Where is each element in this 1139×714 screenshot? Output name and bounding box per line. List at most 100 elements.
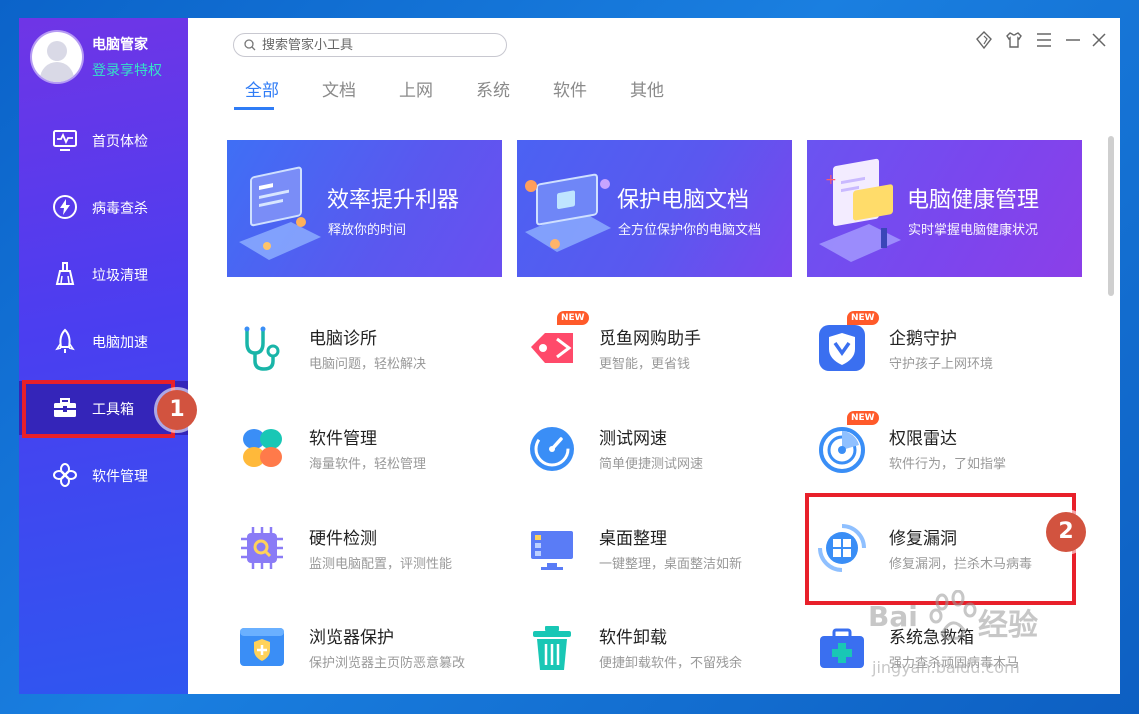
guardian-shield-icon bbox=[819, 325, 865, 371]
tool-speed-test[interactable]: 测试网速 简单便捷测试网速 bbox=[527, 423, 797, 493]
browser-shield-icon bbox=[240, 628, 284, 666]
trash-icon bbox=[533, 626, 571, 670]
tool-desc: 更智能，更省钱 bbox=[599, 357, 691, 372]
tool-name: 系统急救箱 bbox=[889, 628, 974, 648]
scrollbar[interactable] bbox=[1108, 136, 1114, 296]
tool-desc: 监测电脑配置，评测性能 bbox=[309, 557, 453, 572]
efficiency-illustration bbox=[239, 166, 321, 260]
banner-efficiency[interactable]: 效率提升利器 释放你的时间 bbox=[227, 140, 502, 277]
tool-name: 电脑诊所 bbox=[309, 329, 377, 349]
sidebar-item-label: 电脑加速 bbox=[92, 335, 148, 351]
banner-subtitle: 全方位保护你的电脑文档 bbox=[618, 223, 762, 238]
tool-name: 权限雷达 bbox=[889, 429, 957, 449]
banner-subtitle: 释放你的时间 bbox=[328, 223, 407, 238]
tool-desc: 简单便捷测试网速 bbox=[599, 457, 704, 472]
tool-name: 桌面整理 bbox=[599, 529, 667, 549]
search-box[interactable] bbox=[233, 33, 507, 57]
app-window: 电脑管家 登录享特权 首页体检 病毒查杀 垃圾清理 电脑加速 工具箱 软件管理 … bbox=[19, 18, 1120, 694]
sidebar-item-software-manager[interactable]: 软件管理 bbox=[19, 448, 188, 502]
tool-desc: 电脑问题，轻松解决 bbox=[309, 357, 427, 372]
tool-name: 软件卸载 bbox=[599, 628, 667, 648]
new-badge: NEW bbox=[847, 411, 879, 425]
login-link[interactable]: 登录享特权 bbox=[92, 60, 162, 80]
tab-software[interactable]: 软件 bbox=[553, 76, 587, 101]
tool-penguin-guard[interactable]: NEW 企鹅守护 守护孩子上网环境 bbox=[817, 311, 1087, 393]
tab-system[interactable]: 系统 bbox=[476, 76, 510, 101]
banner-title: 保护电脑文档 bbox=[617, 188, 750, 213]
tool-uninstall[interactable]: 软件卸载 便捷卸载软件，不留残余 bbox=[527, 622, 797, 692]
banner-title: 效率提升利器 bbox=[327, 188, 460, 213]
annotation-badge-1: 1 bbox=[157, 390, 197, 430]
speedometer-icon bbox=[530, 427, 574, 471]
tool-software-manager[interactable]: 软件管理 海量软件，轻松管理 bbox=[237, 423, 507, 493]
tool-name: 觅鱼网购助手 bbox=[599, 329, 701, 349]
skin-icon[interactable] bbox=[974, 30, 994, 50]
tool-name: 软件管理 bbox=[309, 429, 377, 449]
minimize-icon[interactable] bbox=[1063, 30, 1083, 50]
tool-desc: 海量软件，轻松管理 bbox=[309, 457, 427, 472]
sidebar-item-label: 软件管理 bbox=[92, 469, 148, 485]
sidebar-item-virus-scan[interactable]: 病毒查杀 bbox=[19, 180, 188, 234]
shirt-icon[interactable] bbox=[1004, 30, 1024, 50]
tool-desc: 守护孩子上网环境 bbox=[889, 357, 994, 372]
desktop-icon bbox=[531, 531, 573, 570]
tool-name: 测试网速 bbox=[599, 429, 667, 449]
highlight-box-toolbox bbox=[22, 380, 175, 438]
tool-desc: 一键整理，桌面整洁如新 bbox=[599, 557, 743, 572]
sidebar-item-speedup[interactable]: 电脑加速 bbox=[19, 314, 188, 368]
banner-title: 电脑健康管理 bbox=[907, 188, 1040, 213]
sidebar-item-label: 垃圾清理 bbox=[92, 268, 148, 284]
sidebar-item-junk-clean[interactable]: 垃圾清理 bbox=[19, 247, 188, 301]
price-tag-icon bbox=[531, 333, 573, 363]
banner-subtitle: 实时掌握电脑健康状况 bbox=[908, 223, 1039, 238]
svg-text:+: + bbox=[825, 172, 837, 188]
sidebar-item-home-checkup[interactable]: 首页体检 bbox=[19, 113, 188, 167]
tab-web[interactable]: 上网 bbox=[399, 76, 433, 101]
tab-docs[interactable]: 文档 bbox=[322, 76, 356, 101]
broom-icon bbox=[55, 262, 75, 285]
app-name: 电脑管家 bbox=[92, 37, 148, 53]
tool-permission-radar[interactable]: NEW 权限雷达 软件行为，了如指掌 bbox=[817, 411, 1087, 493]
tool-name: 硬件检测 bbox=[309, 529, 377, 549]
active-tab-indicator bbox=[234, 107, 274, 110]
tool-pc-clinic[interactable]: 电脑诊所 电脑问题，轻松解决 bbox=[237, 323, 507, 393]
clover-icon bbox=[243, 429, 282, 467]
radar-icon bbox=[819, 427, 865, 473]
close-icon[interactable] bbox=[1089, 30, 1109, 50]
tool-name: 浏览器保护 bbox=[309, 628, 394, 648]
rocket-icon bbox=[55, 328, 75, 353]
sidebar-item-label: 首页体检 bbox=[92, 134, 148, 150]
search-input[interactable] bbox=[262, 36, 492, 54]
apps-icon bbox=[53, 463, 77, 487]
highlight-box-repair bbox=[805, 493, 1076, 605]
tab-all[interactable]: 全部 bbox=[245, 76, 279, 101]
stethoscope-icon bbox=[244, 326, 280, 371]
first-aid-kit-icon bbox=[820, 628, 864, 668]
tool-desc: 强力查杀顽固病毒木马 bbox=[889, 656, 1020, 671]
tool-system-rescue[interactable]: 系统急救箱 强力查杀顽固病毒木马 bbox=[817, 622, 1087, 692]
avatar[interactable] bbox=[32, 32, 82, 82]
chip-icon bbox=[241, 527, 283, 569]
tool-desc: 软件行为，了如指掌 bbox=[889, 457, 1007, 472]
tool-browser-protect[interactable]: 浏览器保护 保护浏览器主页防恶意篡改 bbox=[237, 622, 507, 692]
annotation-badge-2: 2 bbox=[1046, 512, 1086, 552]
tool-hardware-check[interactable]: 硬件检测 监测电脑配置，评测性能 bbox=[237, 523, 507, 593]
health-illustration: + bbox=[819, 158, 901, 262]
tool-shopping-assistant[interactable]: NEW 觅鱼网购助手 更智能，更省钱 bbox=[527, 311, 797, 393]
tab-other[interactable]: 其他 bbox=[630, 76, 664, 101]
lightning-shield-icon bbox=[53, 195, 77, 219]
banner-health[interactable]: + 电脑健康管理 实时掌握电脑健康状况 bbox=[807, 140, 1082, 277]
new-badge: NEW bbox=[557, 311, 589, 325]
banner-protect-docs[interactable]: 保护电脑文档 全方位保护你的电脑文档 bbox=[517, 140, 792, 277]
main-panel: 全部 文档 上网 系统 软件 其他 效率提升利器 释放你的时间 bbox=[188, 18, 1120, 694]
tool-name: 企鹅守护 bbox=[889, 329, 957, 349]
sidebar: 电脑管家 登录享特权 首页体检 病毒查杀 垃圾清理 电脑加速 工具箱 软件管理 bbox=[19, 18, 188, 694]
search-icon bbox=[244, 39, 256, 51]
new-badge: NEW bbox=[847, 311, 879, 325]
document-protect-illustration bbox=[525, 173, 611, 252]
tool-desktop-organize[interactable]: 桌面整理 一键整理，桌面整洁如新 bbox=[527, 523, 797, 593]
tool-desc: 便捷卸载软件，不留残余 bbox=[599, 656, 743, 671]
tool-desc: 保护浏览器主页防恶意篡改 bbox=[309, 656, 466, 671]
menu-icon[interactable] bbox=[1034, 30, 1054, 50]
monitor-pulse-icon bbox=[53, 130, 77, 151]
